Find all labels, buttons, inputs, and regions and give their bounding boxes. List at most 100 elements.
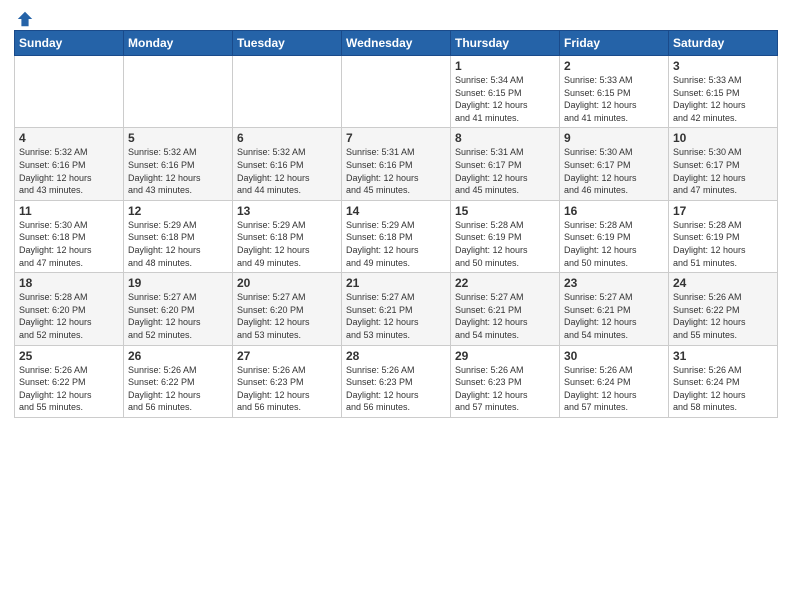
calendar-cell	[342, 56, 451, 128]
logo-icon	[16, 10, 34, 28]
day-info: Sunrise: 5:26 AMSunset: 6:24 PMDaylight:…	[673, 364, 773, 414]
day-info: Sunrise: 5:30 AMSunset: 6:18 PMDaylight:…	[19, 219, 119, 269]
weekday-header-friday: Friday	[560, 31, 669, 56]
day-info: Sunrise: 5:29 AMSunset: 6:18 PMDaylight:…	[237, 219, 337, 269]
calendar-cell: 10Sunrise: 5:30 AMSunset: 6:17 PMDayligh…	[669, 128, 778, 200]
day-number: 4	[19, 131, 119, 145]
day-number: 5	[128, 131, 228, 145]
day-number: 20	[237, 276, 337, 290]
weekday-header-sunday: Sunday	[15, 31, 124, 56]
day-number: 1	[455, 59, 555, 73]
day-number: 16	[564, 204, 664, 218]
calendar-cell: 3Sunrise: 5:33 AMSunset: 6:15 PMDaylight…	[669, 56, 778, 128]
day-number: 11	[19, 204, 119, 218]
day-info: Sunrise: 5:29 AMSunset: 6:18 PMDaylight:…	[128, 219, 228, 269]
day-info: Sunrise: 5:28 AMSunset: 6:19 PMDaylight:…	[455, 219, 555, 269]
calendar-cell: 1Sunrise: 5:34 AMSunset: 6:15 PMDaylight…	[451, 56, 560, 128]
calendar-week-row-4: 18Sunrise: 5:28 AMSunset: 6:20 PMDayligh…	[15, 273, 778, 345]
calendar-cell: 20Sunrise: 5:27 AMSunset: 6:20 PMDayligh…	[233, 273, 342, 345]
calendar-cell: 30Sunrise: 5:26 AMSunset: 6:24 PMDayligh…	[560, 345, 669, 417]
day-info: Sunrise: 5:27 AMSunset: 6:21 PMDaylight:…	[346, 291, 446, 341]
day-info: Sunrise: 5:27 AMSunset: 6:20 PMDaylight:…	[128, 291, 228, 341]
day-info: Sunrise: 5:26 AMSunset: 6:23 PMDaylight:…	[455, 364, 555, 414]
weekday-header-wednesday: Wednesday	[342, 31, 451, 56]
day-info: Sunrise: 5:28 AMSunset: 6:20 PMDaylight:…	[19, 291, 119, 341]
calendar-cell: 7Sunrise: 5:31 AMSunset: 6:16 PMDaylight…	[342, 128, 451, 200]
weekday-header-monday: Monday	[124, 31, 233, 56]
calendar-cell	[233, 56, 342, 128]
day-info: Sunrise: 5:33 AMSunset: 6:15 PMDaylight:…	[564, 74, 664, 124]
calendar-cell: 2Sunrise: 5:33 AMSunset: 6:15 PMDaylight…	[560, 56, 669, 128]
day-info: Sunrise: 5:26 AMSunset: 6:22 PMDaylight:…	[673, 291, 773, 341]
calendar-cell	[15, 56, 124, 128]
day-number: 7	[346, 131, 446, 145]
day-info: Sunrise: 5:27 AMSunset: 6:20 PMDaylight:…	[237, 291, 337, 341]
day-info: Sunrise: 5:26 AMSunset: 6:23 PMDaylight:…	[346, 364, 446, 414]
calendar-cell: 14Sunrise: 5:29 AMSunset: 6:18 PMDayligh…	[342, 200, 451, 272]
logo	[14, 10, 34, 24]
day-info: Sunrise: 5:26 AMSunset: 6:23 PMDaylight:…	[237, 364, 337, 414]
calendar-cell: 18Sunrise: 5:28 AMSunset: 6:20 PMDayligh…	[15, 273, 124, 345]
calendar-cell: 15Sunrise: 5:28 AMSunset: 6:19 PMDayligh…	[451, 200, 560, 272]
day-number: 3	[673, 59, 773, 73]
calendar-cell: 13Sunrise: 5:29 AMSunset: 6:18 PMDayligh…	[233, 200, 342, 272]
day-number: 2	[564, 59, 664, 73]
main-container: SundayMondayTuesdayWednesdayThursdayFrid…	[0, 0, 792, 612]
calendar-cell: 28Sunrise: 5:26 AMSunset: 6:23 PMDayligh…	[342, 345, 451, 417]
weekday-header-thursday: Thursday	[451, 31, 560, 56]
day-number: 26	[128, 349, 228, 363]
day-info: Sunrise: 5:31 AMSunset: 6:16 PMDaylight:…	[346, 146, 446, 196]
calendar-cell: 23Sunrise: 5:27 AMSunset: 6:21 PMDayligh…	[560, 273, 669, 345]
weekday-header-row: SundayMondayTuesdayWednesdayThursdayFrid…	[15, 31, 778, 56]
weekday-header-saturday: Saturday	[669, 31, 778, 56]
day-number: 17	[673, 204, 773, 218]
day-number: 10	[673, 131, 773, 145]
day-info: Sunrise: 5:30 AMSunset: 6:17 PMDaylight:…	[564, 146, 664, 196]
calendar-cell: 22Sunrise: 5:27 AMSunset: 6:21 PMDayligh…	[451, 273, 560, 345]
day-info: Sunrise: 5:26 AMSunset: 6:22 PMDaylight:…	[128, 364, 228, 414]
day-info: Sunrise: 5:30 AMSunset: 6:17 PMDaylight:…	[673, 146, 773, 196]
day-info: Sunrise: 5:34 AMSunset: 6:15 PMDaylight:…	[455, 74, 555, 124]
day-number: 9	[564, 131, 664, 145]
day-info: Sunrise: 5:32 AMSunset: 6:16 PMDaylight:…	[128, 146, 228, 196]
header	[14, 10, 778, 24]
calendar-week-row-2: 4 Sunrise: 5:32 AMSunset: 6:16 PMDaylight…	[15, 128, 778, 200]
calendar-cell: 9Sunrise: 5:30 AMSunset: 6:17 PMDaylight…	[560, 128, 669, 200]
calendar-cell: 27Sunrise: 5:26 AMSunset: 6:23 PMDayligh…	[233, 345, 342, 417]
day-number: 21	[346, 276, 446, 290]
day-number: 25	[19, 349, 119, 363]
calendar-cell: 8Sunrise: 5:31 AMSunset: 6:17 PMDaylight…	[451, 128, 560, 200]
calendar-week-row-5: 25Sunrise: 5:26 AMSunset: 6:22 PMDayligh…	[15, 345, 778, 417]
day-number: 6	[237, 131, 337, 145]
calendar-cell: 31Sunrise: 5:26 AMSunset: 6:24 PMDayligh…	[669, 345, 778, 417]
day-number: 23	[564, 276, 664, 290]
day-number: 19	[128, 276, 228, 290]
day-info: Sunrise: 5:31 AMSunset: 6:17 PMDaylight:…	[455, 146, 555, 196]
day-info: Sunrise: 5:28 AMSunset: 6:19 PMDaylight:…	[673, 219, 773, 269]
day-number: 27	[237, 349, 337, 363]
day-info: Sunrise: 5:29 AMSunset: 6:18 PMDaylight:…	[346, 219, 446, 269]
day-number: 12	[128, 204, 228, 218]
calendar-cell: 26Sunrise: 5:26 AMSunset: 6:22 PMDayligh…	[124, 345, 233, 417]
calendar-cell: 11Sunrise: 5:30 AMSunset: 6:18 PMDayligh…	[15, 200, 124, 272]
day-number: 13	[237, 204, 337, 218]
calendar-cell: 19Sunrise: 5:27 AMSunset: 6:20 PMDayligh…	[124, 273, 233, 345]
calendar-week-row-3: 11Sunrise: 5:30 AMSunset: 6:18 PMDayligh…	[15, 200, 778, 272]
calendar-cell: 24Sunrise: 5:26 AMSunset: 6:22 PMDayligh…	[669, 273, 778, 345]
day-info: Sunrise: 5:27 AMSunset: 6:21 PMDaylight:…	[455, 291, 555, 341]
calendar-cell: 5Sunrise: 5:32 AMSunset: 6:16 PMDaylight…	[124, 128, 233, 200]
day-number: 14	[346, 204, 446, 218]
calendar-week-row-1: 1Sunrise: 5:34 AMSunset: 6:15 PMDaylight…	[15, 56, 778, 128]
day-number: 31	[673, 349, 773, 363]
calendar-cell: 6Sunrise: 5:32 AMSunset: 6:16 PMDaylight…	[233, 128, 342, 200]
day-number: 15	[455, 204, 555, 218]
day-number: 8	[455, 131, 555, 145]
calendar-cell: 29Sunrise: 5:26 AMSunset: 6:23 PMDayligh…	[451, 345, 560, 417]
calendar-table: SundayMondayTuesdayWednesdayThursdayFrid…	[14, 30, 778, 418]
day-info: Sunrise: 5:26 AMSunset: 6:24 PMDaylight:…	[564, 364, 664, 414]
day-info: Sunrise: 5:26 AMSunset: 6:22 PMDaylight:…	[19, 364, 119, 414]
day-info: Sunrise: 5:33 AMSunset: 6:15 PMDaylight:…	[673, 74, 773, 124]
day-number: 28	[346, 349, 446, 363]
day-info: Sunrise: 5:28 AMSunset: 6:19 PMDaylight:…	[564, 219, 664, 269]
calendar-cell: 21Sunrise: 5:27 AMSunset: 6:21 PMDayligh…	[342, 273, 451, 345]
